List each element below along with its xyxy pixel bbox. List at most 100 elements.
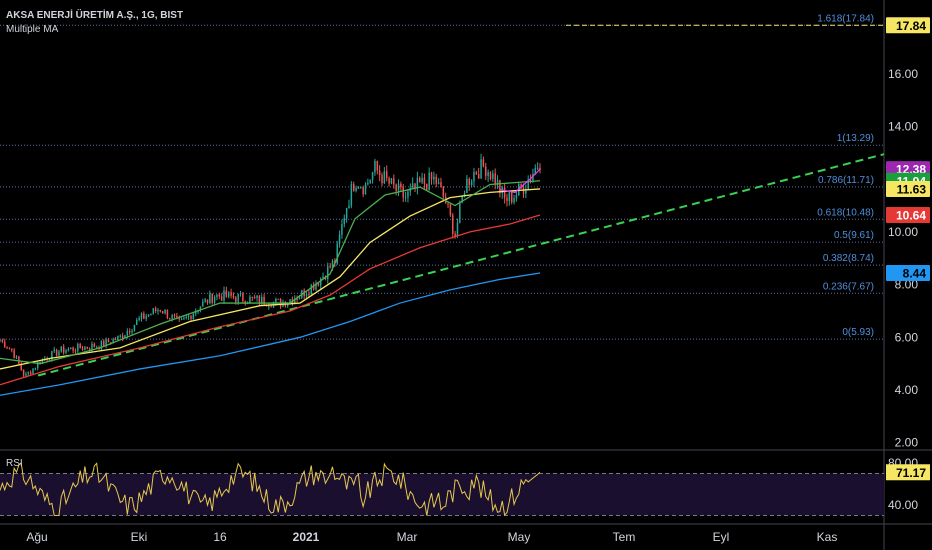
candle [3,341,6,348]
candle [86,346,88,349]
candle [67,348,70,351]
candle [480,159,482,179]
candle [404,197,407,199]
candle [418,177,421,183]
candle [485,166,487,176]
candle [466,178,468,193]
time-tick-label: 2021 [293,530,320,544]
candle [126,331,129,336]
candle [440,182,442,187]
candle [202,301,204,307]
candle [13,350,15,359]
price-tick-label: 14.00 [888,119,918,133]
candle [407,191,409,198]
candle [395,184,397,191]
candle [161,311,164,314]
candle [164,309,166,314]
candle [8,348,11,350]
candle [206,299,209,304]
candle [185,316,188,318]
candle [329,266,331,268]
candle [515,194,518,199]
candle [430,172,433,180]
candle [81,348,84,350]
candle [128,331,131,333]
candle [508,192,511,202]
candle [506,197,508,202]
candle [95,346,98,348]
fib-level-label: 0.236(7.67) [823,281,874,292]
fib-level-label: 1.618(17.84) [817,13,874,24]
candle [251,296,254,298]
candle [421,177,423,183]
candle [428,172,430,190]
candle [343,218,346,225]
candle [77,343,79,352]
indicator-name: Multiple MA [6,24,59,35]
price-badge-label: 11.63 [897,182,927,196]
candle [400,183,402,188]
candle [0,340,1,342]
candle [235,297,237,302]
candle [256,295,258,298]
candle [169,318,171,320]
candle [180,319,183,321]
candle [117,335,119,340]
candle [378,170,381,176]
candle [253,297,256,299]
fib-level-label: 0.618(10.48) [817,207,874,218]
candle [513,198,515,203]
candle [477,174,480,179]
candle [209,293,211,304]
candle [22,369,25,376]
candle [84,346,86,350]
candle [88,348,91,350]
candle [152,308,155,314]
candle [397,183,400,191]
candle [268,306,270,308]
candle [119,335,122,337]
candle [159,310,162,312]
candle [310,284,313,295]
background [0,0,932,550]
candle [138,318,140,321]
time-tick-label: Tem [613,530,636,544]
candle [114,339,117,341]
candle [317,283,320,286]
candle [11,348,13,351]
candle [204,299,206,302]
candle [364,184,367,195]
price-tick-label: 2.00 [895,436,919,450]
candle [475,172,478,175]
time-tick-label: 16 [213,530,227,544]
candle [145,316,147,319]
candle [74,350,77,352]
candle [15,356,18,359]
candle [154,308,157,312]
candle [242,293,244,301]
price-badge-label: 8.44 [903,267,927,281]
candle [426,183,428,190]
candle [277,298,280,300]
candle [29,372,32,374]
candle [173,315,176,317]
candle [411,183,414,188]
candle [62,346,65,353]
candle [171,315,173,319]
time-tick-label: Eyl [713,530,730,544]
candle [452,215,454,234]
candle [383,171,386,184]
price-tick-label: 16.00 [888,67,918,81]
candle [402,187,404,198]
candle [34,367,37,369]
candle [305,293,308,297]
candle [367,182,369,185]
candle [371,172,374,180]
candle [157,310,159,312]
candle [416,177,419,189]
candle [385,171,388,179]
candle [187,315,190,317]
chart-canvas[interactable]: 2.004.006.008.0010.0012.0014.0016.001.61… [0,0,932,550]
candle [381,175,383,184]
candle [107,339,110,343]
